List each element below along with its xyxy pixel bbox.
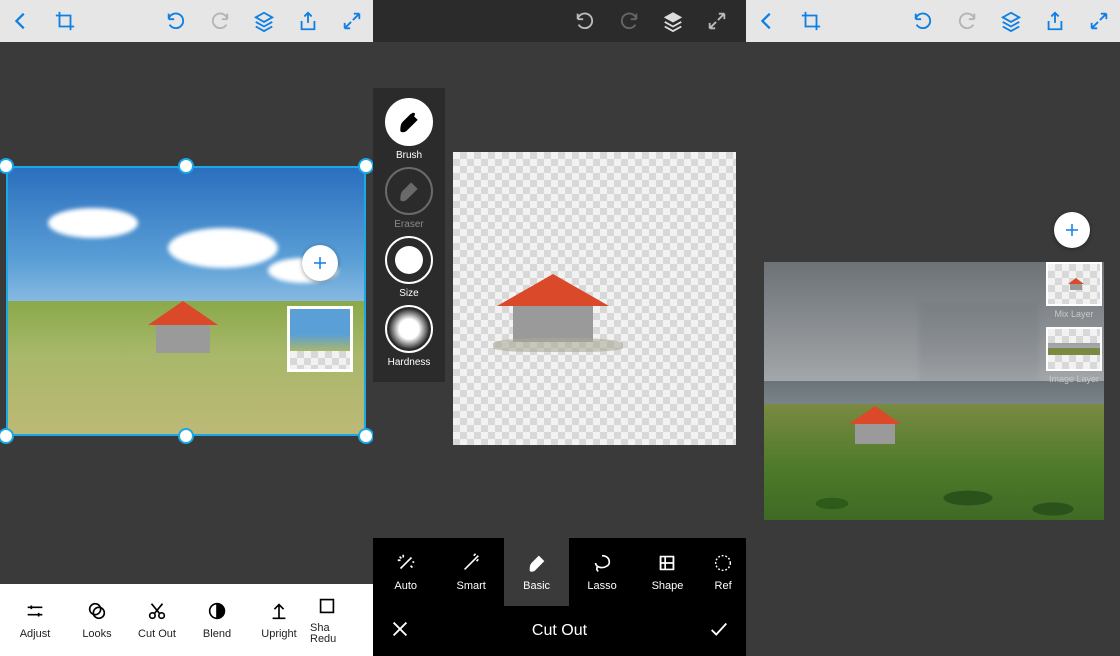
mode-smart[interactable]: Smart [438, 538, 503, 606]
undo-icon[interactable] [574, 10, 596, 32]
eraser-label: Eraser [394, 219, 423, 230]
panel-composite-view: Mix Layer Image Layer [746, 0, 1120, 656]
cutout-title: Cut Out [532, 622, 587, 640]
image-layer-card[interactable]: Image Layer [1046, 327, 1102, 384]
looks-label: Looks [82, 628, 111, 640]
shake-label-2: Redu [310, 634, 336, 645]
mode-shape-label: Shape [652, 580, 684, 592]
mix-layer-card[interactable]: Mix Layer [1046, 262, 1102, 319]
size-label: Size [399, 288, 418, 299]
looks-tool[interactable]: Looks [66, 600, 128, 640]
selection-handle-top-right[interactable] [358, 158, 373, 174]
panel-select-canvas: Adjust Looks Cut Out Blend Upright Sha R… [0, 0, 373, 656]
expand-icon[interactable] [706, 10, 728, 32]
layers-icon[interactable] [253, 10, 275, 32]
layers-icon[interactable] [1000, 10, 1022, 32]
add-layer-button[interactable] [1054, 212, 1090, 248]
redo-icon[interactable] [956, 10, 978, 32]
selected-image-canvas[interactable] [6, 166, 366, 436]
hardness-label: Hardness [388, 357, 431, 368]
cutout-tool[interactable]: Cut Out [128, 600, 186, 640]
share-icon[interactable] [1044, 10, 1066, 32]
mode-lasso-label: Lasso [587, 580, 616, 592]
mix-layer-label: Mix Layer [1054, 309, 1093, 319]
selection-handle-bottom-left[interactable] [0, 428, 14, 444]
cutout-foreground [493, 272, 613, 352]
undo-icon[interactable] [165, 10, 187, 32]
adjust-label: Adjust [20, 628, 51, 640]
layer-thumbnail[interactable] [287, 306, 353, 372]
layers-icon[interactable] [662, 10, 684, 32]
pasted-house [849, 402, 901, 444]
image-layer-label: Image Layer [1049, 374, 1099, 384]
upright-label: Upright [261, 628, 296, 640]
crop-icon[interactable] [54, 10, 76, 32]
mode-refine[interactable]: Ref [700, 538, 746, 606]
panel-cutout-editor: Brush Eraser Size Hardness Auto Smart B [373, 0, 746, 656]
blend-tool[interactable]: Blend [186, 600, 248, 640]
expand-icon[interactable] [1088, 10, 1110, 32]
blend-label: Blend [203, 628, 231, 640]
top-toolbar [0, 0, 373, 42]
mode-auto-label: Auto [394, 580, 417, 592]
cutout-mode-bar: Auto Smart Basic Lasso Shape Ref [373, 538, 746, 606]
brush-tool[interactable]: Brush [373, 98, 445, 161]
upright-tool[interactable]: Upright [248, 600, 310, 640]
add-layer-button[interactable] [302, 245, 338, 281]
redo-icon[interactable] [209, 10, 231, 32]
layer-stack: Mix Layer Image Layer [1046, 262, 1102, 384]
size-tool[interactable]: Size [373, 236, 445, 299]
selection-handle-bottom-mid[interactable] [178, 428, 194, 444]
top-toolbar [746, 0, 1120, 42]
top-toolbar-dark [373, 0, 746, 42]
adjust-tool[interactable]: Adjust [4, 600, 66, 640]
mode-auto[interactable]: Auto [373, 538, 438, 606]
mode-refine-label: Ref [715, 580, 732, 592]
mode-basic[interactable]: Basic [504, 538, 569, 606]
brush-label: Brush [396, 150, 422, 161]
share-icon[interactable] [297, 10, 319, 32]
bottom-toolbar: Adjust Looks Cut Out Blend Upright Sha R… [0, 584, 373, 656]
shake-reduction-tool[interactable]: Sha Redu [310, 595, 344, 645]
undo-icon[interactable] [912, 10, 934, 32]
back-icon[interactable] [756, 10, 778, 32]
mode-basic-label: Basic [523, 580, 550, 592]
back-icon[interactable] [10, 10, 32, 32]
mode-shape[interactable]: Shape [635, 538, 700, 606]
confirm-button[interactable] [708, 618, 730, 645]
hardness-tool[interactable]: Hardness [373, 305, 445, 368]
cutout-title-bar: Cut Out [373, 606, 746, 656]
cutout-canvas[interactable] [453, 152, 736, 445]
eraser-tool[interactable]: Eraser [373, 167, 445, 230]
selection-handle-bottom-right[interactable] [358, 428, 373, 444]
cutout-label: Cut Out [138, 628, 176, 640]
house-graphic [148, 298, 218, 353]
mode-lasso[interactable]: Lasso [569, 538, 634, 606]
redo-icon[interactable] [618, 10, 640, 32]
mode-smart-label: Smart [456, 580, 485, 592]
selection-handle-top-mid[interactable] [178, 158, 194, 174]
brush-tool-column: Brush Eraser Size Hardness [373, 88, 445, 382]
crop-icon[interactable] [800, 10, 822, 32]
expand-icon[interactable] [341, 10, 363, 32]
cancel-button[interactable] [389, 618, 411, 645]
